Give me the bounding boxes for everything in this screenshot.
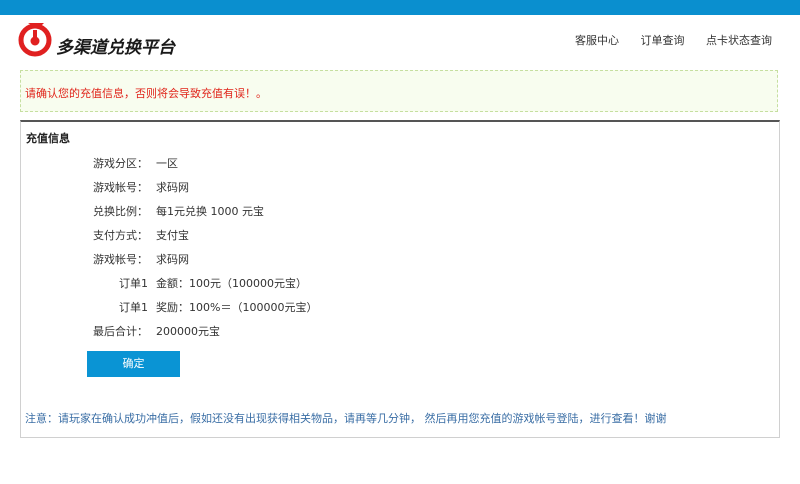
panel-title: 充值信息 [26,132,70,145]
info-label: 游戏帐号： [93,181,148,194]
info-label: 游戏分区： [93,157,148,170]
logo-text: 多渠道兑换平台 [56,38,175,58]
top-accent-bar [0,0,800,15]
logo-mark-icon [18,23,52,57]
info-label: 订单1 [119,277,148,290]
info-row-order-bonus: 订单1 奖励：100%＝（100000元宝） [21,299,421,315]
info-row-game-account-2: 游戏帐号： 求码网 [21,251,421,267]
confirm-notice-text: 请确认您的充值信息，否则将会导致充值有误！。 [25,87,267,100]
info-value: 200000元宝 [156,325,220,338]
info-row-game-zone: 游戏分区： 一区 [21,155,421,171]
site-header: 多渠道兑换平台 客服中心 订单查询 点卡状态查询 [0,15,800,62]
confirm-button[interactable]: 确定 [87,351,180,377]
recharge-info-panel: 充值信息 游戏分区： 一区 游戏帐号： 求码网 兑换比例： 每1元兑换 1000… [20,120,780,438]
info-value: 求码网 [156,181,189,194]
info-row-exchange-ratio: 兑换比例： 每1元兑换 1000 元宝 [21,203,421,219]
nav-customer-service[interactable]: 客服中心 [575,34,619,47]
info-value: 求码网 [156,253,189,266]
recharge-footnote: 注意：请玩家在确认成功冲值后，假如还没有出现获得相关物品，请再等几分钟， 然后再… [25,412,667,425]
info-row-total: 最后合计： 200000元宝 [21,323,421,339]
info-label: 游戏帐号： [93,253,148,266]
info-value: 一区 [156,157,178,170]
top-nav: 客服中心 订单查询 点卡状态查询 [557,32,772,48]
info-value: 奖励：100%＝（100000元宝） [156,301,318,314]
info-value: 每1元兑换 1000 元宝 [156,205,264,218]
nav-order-query[interactable]: 订单查询 [641,34,685,47]
confirm-notice-box: 请确认您的充值信息，否则将会导致充值有误！。 [20,70,778,112]
info-label: 订单1 [119,301,148,314]
info-value: 金额：100元（100000元宝） [156,277,307,290]
info-label: 最后合计： [93,325,148,338]
info-value: 支付宝 [156,229,189,242]
info-label: 兑换比例： [93,205,148,218]
info-row-game-account: 游戏帐号： 求码网 [21,179,421,195]
info-row-payment-method: 支付方式： 支付宝 [21,227,421,243]
info-label: 支付方式： [93,229,148,242]
info-row-order-amount: 订单1 金额：100元（100000元宝） [21,275,421,291]
nav-card-status-query[interactable]: 点卡状态查询 [706,34,772,47]
